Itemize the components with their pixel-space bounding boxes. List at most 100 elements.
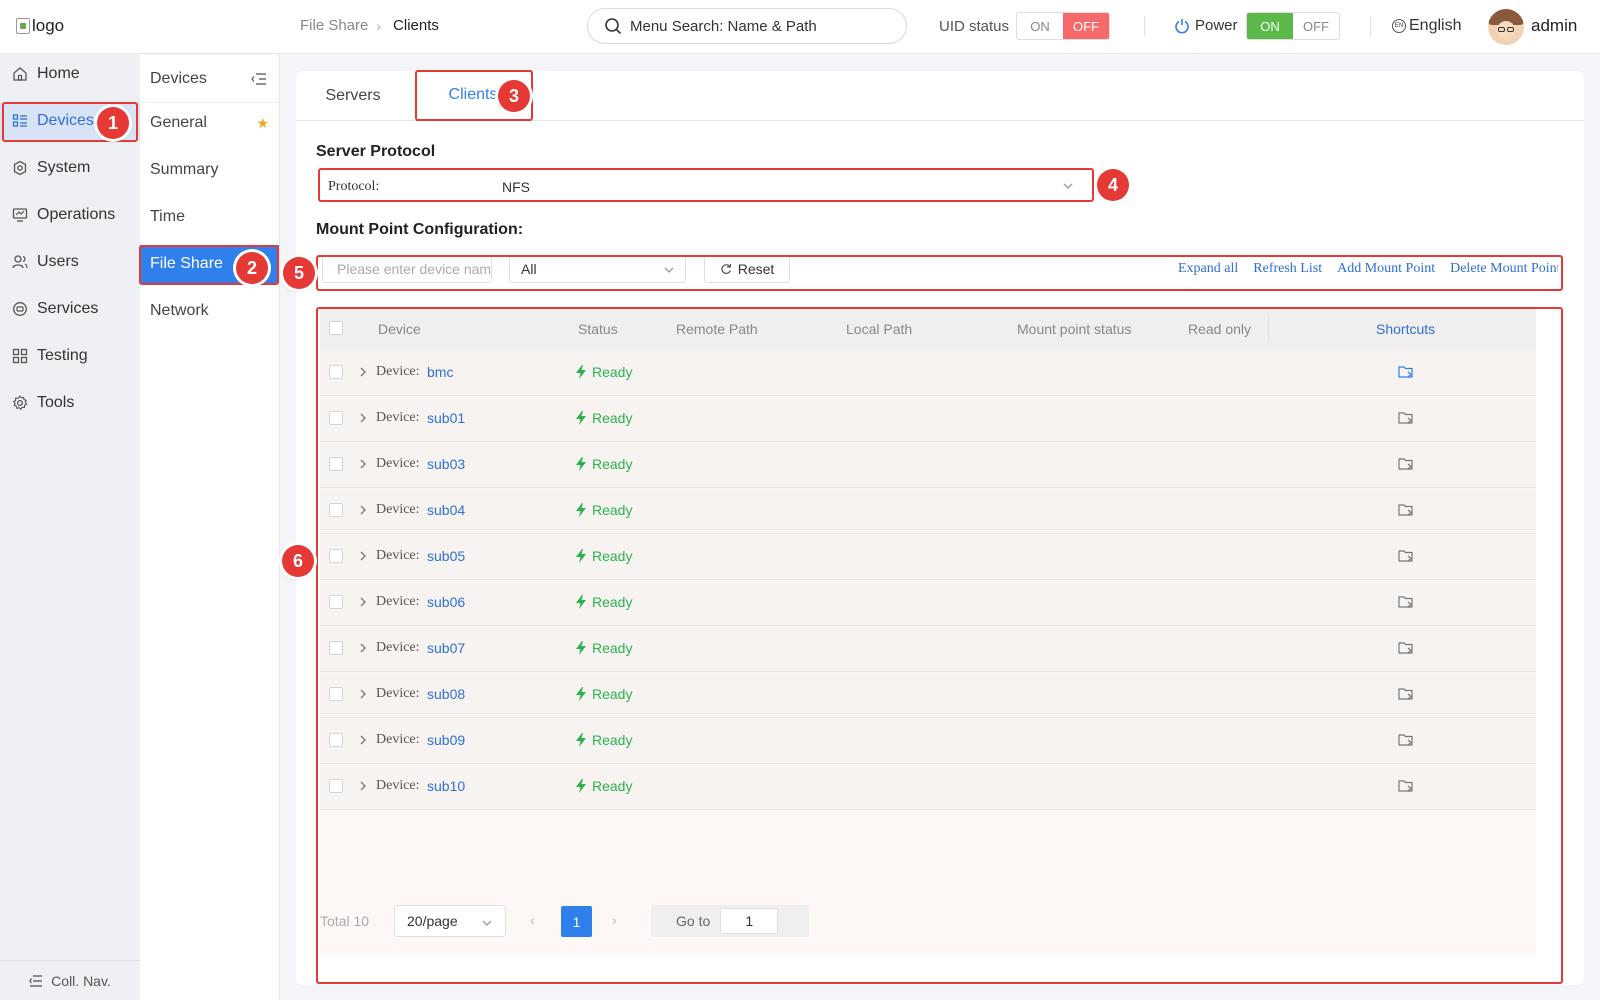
folder-mount-icon[interactable] [1398,549,1414,563]
device-name-link[interactable]: bmc [427,364,453,380]
logo[interactable]: logo [16,16,64,36]
goto-page-input[interactable]: 1 [720,908,779,934]
table-row[interactable]: Device: bmc Ready [320,351,1536,396]
menu-search-input[interactable]: Menu Search: Name & Path [587,8,907,44]
secondary-sidebar: Devices General ★ Summary Time File Shar… [140,55,280,1000]
collapse-nav-button[interactable]: Coll. Nav. [0,960,140,1000]
expand-row-icon[interactable] [358,642,368,654]
folder-mount-icon[interactable] [1398,365,1414,379]
sidebar-item-system[interactable]: System [0,149,140,187]
table-row[interactable]: Device: sub06 Ready [320,581,1536,626]
power-on-option[interactable]: ON [1247,13,1293,39]
table-row[interactable]: Device: sub09 Ready [320,719,1536,764]
expand-row-icon[interactable] [358,734,368,746]
select-all-checkbox[interactable] [329,321,343,335]
protocol-select[interactable]: Protocol: NFS [320,172,1086,202]
top-header: logo File Share › Clients Menu Search: N… [0,0,1600,54]
device-name-link[interactable]: sub07 [427,640,465,656]
page-size-select[interactable]: 20/page [394,905,506,937]
row-checkbox[interactable] [329,503,343,517]
table-row[interactable]: Device: sub03 Ready [320,443,1536,488]
folder-mount-icon[interactable] [1398,457,1414,471]
chevron-down-icon [664,267,674,273]
row-checkbox[interactable] [329,457,343,471]
sidebar-item-operations[interactable]: Operations [0,196,140,234]
device-prefix: Device: [376,732,420,747]
expand-row-icon[interactable] [358,458,368,470]
device-name-link[interactable]: sub01 [427,410,465,426]
row-checkbox[interactable] [329,411,343,425]
next-page-icon[interactable]: › [612,912,617,928]
device-name-link[interactable]: sub05 [427,548,465,564]
expand-row-icon[interactable] [358,688,368,700]
folder-mount-icon[interactable] [1398,595,1414,609]
folder-mount-icon[interactable] [1398,733,1414,747]
device-search-input[interactable]: Please enter device name [322,255,492,283]
power-toggle[interactable]: ON OFF [1246,12,1340,40]
row-checkbox[interactable] [329,595,343,609]
uid-status-toggle[interactable]: ON OFF [1016,12,1110,40]
table-row[interactable]: Device: sub10 Ready [320,765,1536,810]
subnav-item-label: Time [150,208,185,225]
tab-servers[interactable]: Servers [310,71,396,121]
mount-actions: Expand all Refresh List Add Mount Point … [1178,261,1558,277]
expand-row-icon[interactable] [358,504,368,516]
row-checkbox[interactable] [329,687,343,701]
favorite-star-icon[interactable]: ★ [256,115,269,132]
power-off-option[interactable]: OFF [1293,13,1339,39]
refresh-list-link[interactable]: Refresh List [1253,261,1322,277]
prev-page-icon[interactable]: ‹ [530,912,535,928]
row-checkbox[interactable] [329,549,343,563]
table-row[interactable]: Device: sub01 Ready [320,397,1536,442]
row-checkbox[interactable] [329,641,343,655]
row-checkbox[interactable] [329,365,343,379]
device-name-link[interactable]: sub04 [427,502,465,518]
device-name-link[interactable]: sub10 [427,778,465,794]
row-checkbox[interactable] [329,779,343,793]
sidebar-item-testing[interactable]: Testing [0,337,140,375]
device-name-link[interactable]: sub08 [427,686,465,702]
sidebar-item-services[interactable]: Services [0,290,140,328]
folder-mount-icon[interactable] [1398,641,1414,655]
uid-on-option[interactable]: ON [1017,13,1063,39]
expand-row-icon[interactable] [358,366,368,378]
page-number-current[interactable]: 1 [561,906,592,937]
language-selector[interactable]: EN English [1392,17,1461,35]
sidebar-item-label: Home [37,65,80,82]
expand-row-icon[interactable] [358,780,368,792]
breadcrumb-file-share[interactable]: File Share [300,17,368,34]
device-name-link[interactable]: sub03 [427,456,465,472]
device-name-link[interactable]: sub09 [427,732,465,748]
delete-mount-point-link[interactable]: Delete Mount Point [1450,261,1558,277]
status-filter-select[interactable]: All [509,255,686,283]
table-row[interactable]: Device: sub05 Ready [320,535,1536,580]
subnav-item-time[interactable]: Time [140,198,279,236]
folder-mount-icon[interactable] [1398,687,1414,701]
sidebar-item-home[interactable]: Home [0,55,140,93]
subnav-item-summary[interactable]: Summary [140,151,279,189]
expand-all-link[interactable]: Expand all [1178,261,1238,277]
table-row[interactable]: Device: sub07 Ready [320,627,1536,672]
folder-mount-icon[interactable] [1398,503,1414,517]
avatar[interactable] [1488,9,1524,45]
lightning-icon [576,549,586,563]
device-name-link[interactable]: sub06 [427,594,465,610]
username[interactable]: admin [1531,16,1577,36]
reset-button[interactable]: Reset [704,255,790,283]
table-row[interactable]: Device: sub04 Ready [320,489,1536,534]
sidebar-item-tools[interactable]: Tools [0,384,140,422]
row-checkbox[interactable] [329,733,343,747]
table-row[interactable]: Device: sub08 Ready [320,673,1536,718]
menu-fold-icon[interactable] [251,72,267,86]
folder-mount-icon[interactable] [1398,779,1414,793]
folder-mount-icon[interactable] [1398,411,1414,425]
expand-row-icon[interactable] [358,596,368,608]
expand-row-icon[interactable] [358,412,368,424]
sidebar-item-users[interactable]: Users [0,243,140,281]
device-search-placeholder: Please enter device name [337,261,492,277]
expand-row-icon[interactable] [358,550,368,562]
subnav-item-general[interactable]: General ★ [140,104,279,142]
subnav-item-network[interactable]: Network [140,292,279,330]
add-mount-point-link[interactable]: Add Mount Point [1337,261,1435,277]
uid-off-option[interactable]: OFF [1063,13,1109,39]
